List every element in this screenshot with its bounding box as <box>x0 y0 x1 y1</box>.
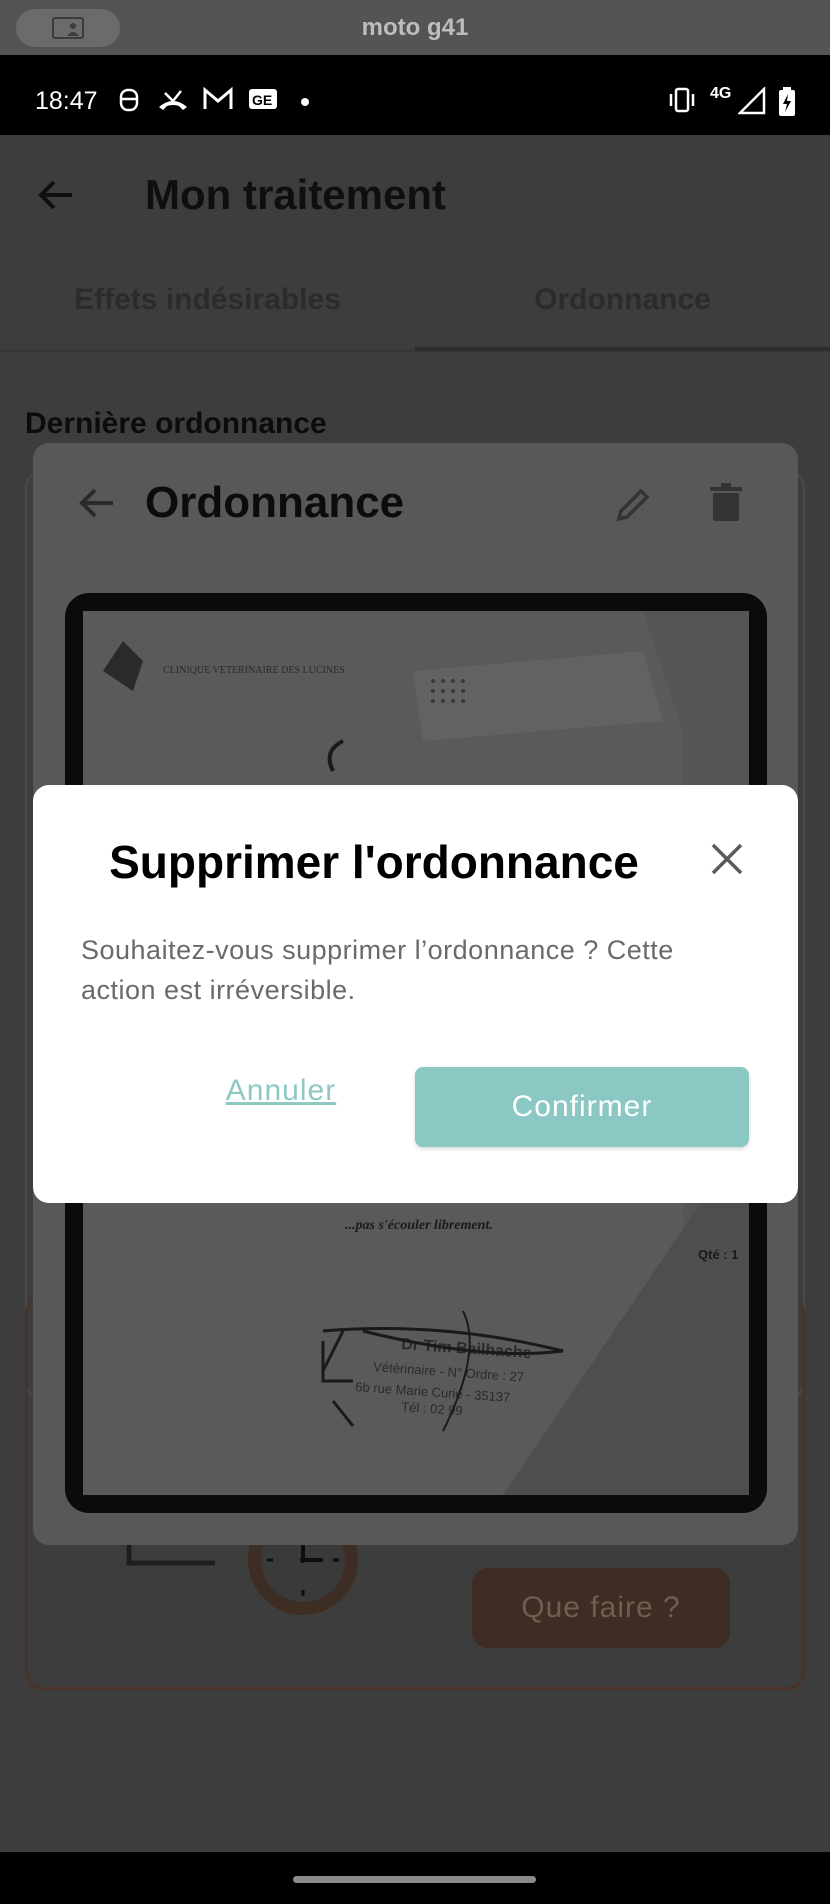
que-faire-button[interactable]: Que faire ? <box>472 1568 730 1648</box>
photo-clinic-text: CLINIQUE VETERINAIRE DES LUCINES <box>163 665 345 676</box>
cancel-button[interactable]: Annuler <box>161 1051 401 1131</box>
face-icon <box>119 88 139 112</box>
home-gesture-handle[interactable] <box>293 1876 536 1883</box>
signal-icon <box>738 87 766 115</box>
tab-selected-indicator <box>415 347 830 351</box>
status-bar: 18:47 GE 4G <box>0 55 830 135</box>
network-label: 4G <box>710 85 732 102</box>
vibrate-icon <box>669 87 695 113</box>
dialog-message: Souhaitez-vous supprimer l’ordonnance ? … <box>81 935 674 1005</box>
window-title-bar: moto g41 <box>0 0 830 55</box>
photo-instruction-text: ...pas s'écouler librement. <box>345 1218 493 1233</box>
news-icon: GE <box>249 89 277 109</box>
photo-qty-text: Qté : 1 <box>698 1247 738 1262</box>
section-title: Dernière ordonnance <box>25 407 327 440</box>
edit-icon[interactable] <box>613 485 653 525</box>
gmail-icon <box>203 87 233 109</box>
status-time: 18:47 <box>35 87 98 115</box>
dot-icon <box>301 98 309 106</box>
tab-ordonnance[interactable]: Ordonnance <box>415 283 830 317</box>
navigation-bar <box>0 1852 830 1904</box>
battery-charging-icon <box>779 87 795 116</box>
close-icon[interactable] <box>705 837 749 881</box>
confirm-button[interactable]: Confirmer <box>415 1067 749 1147</box>
delete-dialog: Supprimer l'ordonnance Souhaitez-vous su… <box>33 785 798 1203</box>
tab-effets-indesirables[interactable]: Effets indésirables <box>0 283 415 317</box>
svg-text:GE: GE <box>252 92 272 108</box>
trash-icon[interactable] <box>709 483 743 523</box>
page-title: Mon traitement <box>145 171 447 218</box>
dialog-title: Supprimer l'ordonnance <box>109 836 639 888</box>
back-arrow-icon[interactable] <box>36 175 76 215</box>
missed-call-icon <box>159 90 187 110</box>
sheet-title: Ordonnance <box>145 478 405 527</box>
sheet-back-icon[interactable] <box>77 483 117 523</box>
device-name: moto g41 <box>361 14 469 41</box>
